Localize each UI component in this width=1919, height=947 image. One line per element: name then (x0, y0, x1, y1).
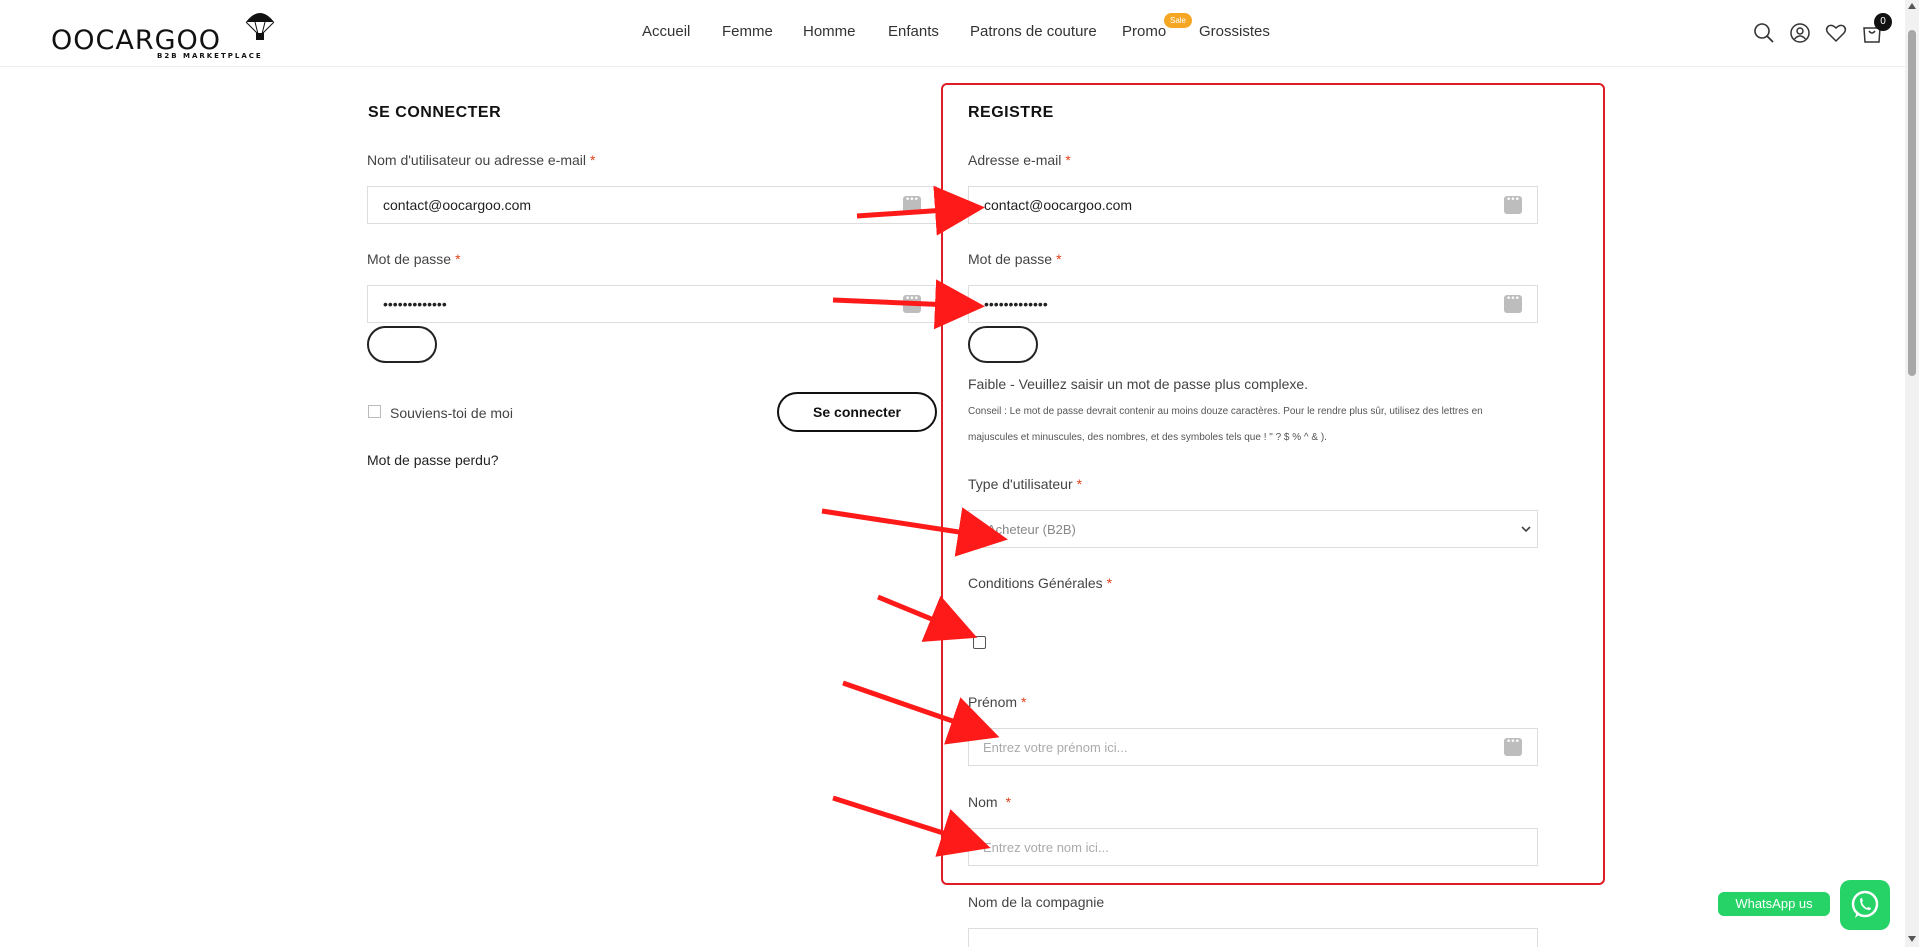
company-name-input[interactable] (968, 928, 1538, 947)
login-password-label-text: Mot de passe (367, 251, 452, 267)
required-mark: * (1005, 794, 1012, 810)
user-type-label-text: Type d'utilisateur (968, 476, 1073, 492)
remember-me-checkbox[interactable] (368, 405, 381, 418)
scroll-down-arrow-icon[interactable] (1908, 936, 1916, 942)
required-mark: * (1056, 251, 1062, 267)
register-title: REGISTRE (968, 104, 1054, 121)
login-password-value: ••••••••••••• (383, 296, 447, 312)
last-name-label: Nom * (968, 794, 1011, 810)
register-password-label-text: Mot de passe (968, 251, 1053, 267)
password-manager-icon[interactable] (903, 195, 921, 214)
lost-password-link[interactable]: Mot de passe perdu? (367, 452, 499, 468)
parachute-icon (245, 13, 275, 40)
first-name-label: Prénom * (968, 694, 1026, 710)
nav-item-accueil[interactable]: Accueil (642, 23, 690, 40)
login-username-label-text: Nom d'utilisateur ou adresse e-mail (367, 152, 586, 168)
login-password-input[interactable]: ••••••••••••• (367, 285, 937, 323)
password-manager-icon[interactable] (903, 294, 921, 313)
heart-icon[interactable] (1824, 21, 1848, 45)
last-name-input[interactable]: Entrez votre nom ici... (968, 828, 1538, 866)
last-name-label-text: Nom (968, 794, 998, 810)
required-mark: * (590, 152, 596, 168)
required-mark: * (1106, 575, 1113, 591)
login-submit-button[interactable]: Se connecter (777, 392, 937, 432)
register-show-password-toggle[interactable] (968, 326, 1038, 363)
user-icon[interactable] (1788, 21, 1812, 45)
page-scrollbar[interactable] (1905, 0, 1919, 947)
scrollbar-thumb[interactable] (1908, 30, 1916, 376)
site-header: OOCARGOO B2B MARKETPLACE Accueil Femme H… (0, 0, 1905, 67)
required-mark: * (1076, 476, 1083, 492)
whatsapp-icon (1851, 890, 1879, 918)
search-icon[interactable] (1752, 21, 1776, 45)
user-type-value: Acheteur (B2B) (987, 522, 1076, 537)
first-name-label-text: Prénom (968, 694, 1018, 710)
whatsapp-button[interactable] (1840, 880, 1890, 930)
login-show-password-toggle[interactable] (367, 326, 437, 363)
chevron-down-icon (1521, 526, 1531, 533)
login-username-value: contact@oocargoo.com (383, 197, 532, 213)
register-email-input[interactable]: contact@oocargoo.com (968, 186, 1538, 224)
sale-badge: Sale (1164, 13, 1192, 28)
password-strength-text: Faible - Veuillez saisir un mot de passe… (968, 376, 1309, 392)
nav-item-grossistes[interactable]: Grossistes (1199, 23, 1270, 40)
register-email-label-text: Adresse e-mail (968, 152, 1062, 168)
arrow-terms (877, 594, 978, 642)
nav-item-promo[interactable]: Promo (1122, 23, 1166, 40)
password-hint-text: Conseil : Le mot de passe devrait conten… (968, 406, 1483, 443)
terms-checkbox[interactable] (973, 636, 986, 649)
nav-item-femme[interactable]: Femme (722, 23, 773, 40)
cart-count-badge: 0 (1874, 13, 1892, 31)
terms-label-text: Conditions Générales (968, 575, 1103, 591)
site-logo[interactable]: OOCARGOO B2B MARKETPLACE (51, 8, 277, 64)
register-password-input[interactable]: ••••••••••••• (968, 285, 1538, 323)
login-title: SE CONNECTER (368, 104, 502, 121)
nav-item-enfants[interactable]: Enfants (888, 23, 939, 40)
login-username-input[interactable]: contact@oocargoo.com (367, 186, 937, 224)
whatsapp-label[interactable]: WhatsApp us (1718, 892, 1830, 916)
scroll-up-arrow-icon[interactable] (1908, 3, 1916, 9)
required-mark: * (455, 251, 461, 267)
register-password-label: Mot de passe * (968, 251, 1062, 267)
login-username-label: Nom d'utilisateur ou adresse e-mail * (367, 152, 595, 168)
remember-me-label: Souviens-toi de moi (390, 405, 513, 421)
first-name-input[interactable]: Entrez votre prénom ici... (968, 728, 1538, 766)
arrow-last-name (832, 795, 991, 857)
required-mark: * (1021, 694, 1027, 710)
annotation-arrows (821, 185, 1008, 857)
required-mark: * (1065, 152, 1071, 168)
first-name-placeholder: Entrez votre prénom ici... (983, 740, 1128, 755)
password-manager-icon[interactable] (1504, 737, 1522, 756)
company-name-label: Nom de la compagnie (968, 894, 1105, 910)
register-password-value: ••••••••••••• (984, 296, 1048, 312)
nav-item-homme[interactable]: Homme (803, 23, 856, 40)
logo-tagline: B2B MARKETPLACE (157, 52, 263, 60)
login-password-label: Mot de passe * (367, 251, 461, 267)
register-email-label: Adresse e-mail * (968, 152, 1071, 168)
last-name-placeholder: Entrez votre nom ici... (983, 840, 1109, 855)
password-manager-icon[interactable] (1504, 195, 1522, 214)
user-type-select[interactable]: Acheteur (B2B) (968, 510, 1538, 548)
password-manager-icon[interactable] (1504, 294, 1522, 313)
terms-label: Conditions Générales * (968, 575, 1112, 591)
nav-item-patrons[interactable]: Patrons de couture (970, 23, 1097, 40)
register-email-value: contact@oocargoo.com (984, 197, 1133, 213)
user-type-label: Type d'utilisateur * (968, 476, 1082, 492)
